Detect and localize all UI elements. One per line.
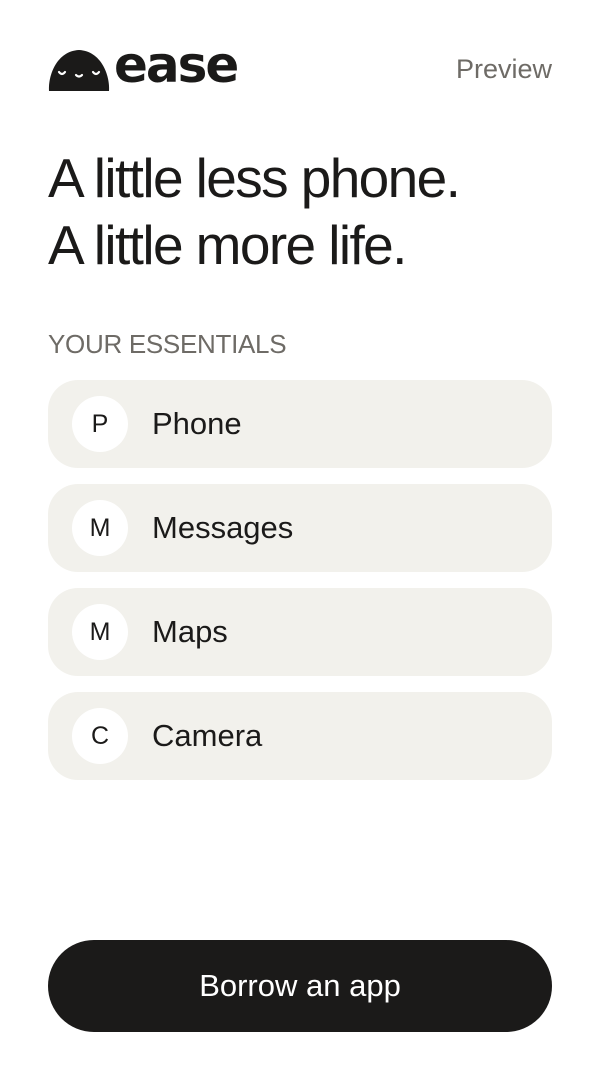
borrow-app-button[interactable]: Borrow an app [48, 940, 552, 1032]
essential-item-phone[interactable]: P Phone [48, 380, 552, 468]
essential-item-maps[interactable]: M Maps [48, 588, 552, 676]
essential-item-label: Messages [152, 510, 294, 545]
hero-title: A little less phone. A little more life. [48, 145, 568, 279]
essential-item-label: Maps [152, 614, 228, 649]
essential-item-camera[interactable]: C Camera [48, 692, 552, 780]
essentials-list: P Phone M Messages M Maps C Camera [48, 380, 552, 796]
app-initial-avatar: P [72, 396, 128, 452]
essential-item-label: Camera [152, 718, 263, 753]
hero-line-1: A little less phone. [48, 147, 461, 209]
logo-wordmark: ease [114, 36, 239, 94]
hero-line-2: A little more life. [48, 214, 407, 276]
app-header: ease Preview [48, 36, 552, 96]
essential-item-messages[interactable]: M Messages [48, 484, 552, 572]
essential-item-label: Phone [152, 406, 242, 441]
essentials-section-label: YOUR ESSENTIALS [48, 329, 287, 359]
sleepy-face-blob-icon [48, 50, 110, 91]
app-initial-avatar: M [72, 604, 128, 660]
app-initial-avatar: C [72, 708, 128, 764]
preview-link[interactable]: Preview [456, 53, 552, 85]
app-initial-avatar: M [72, 500, 128, 556]
